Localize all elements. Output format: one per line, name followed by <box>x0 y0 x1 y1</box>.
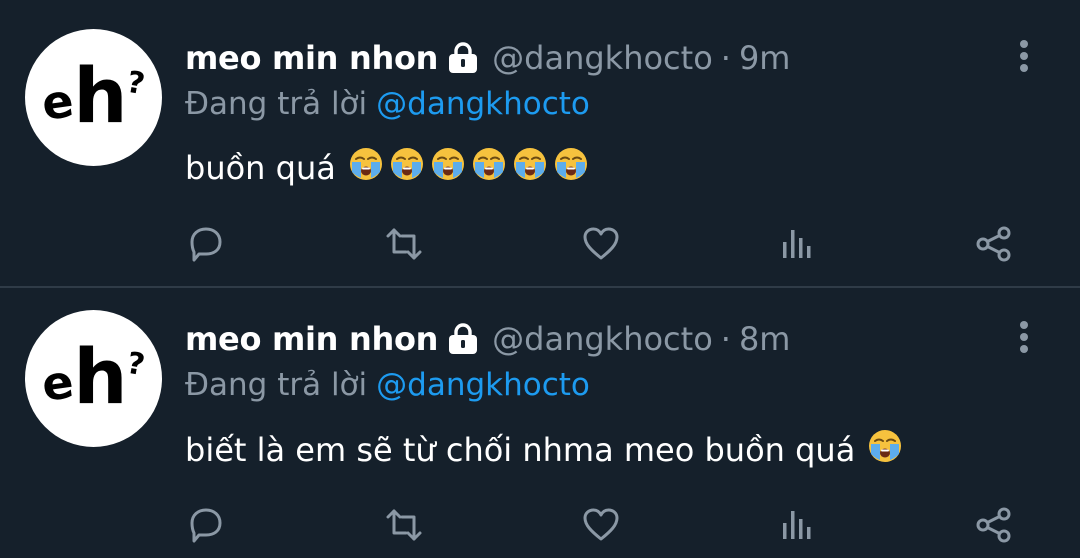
tweet-text: biết là em sẽ từ chối nhma meo buồn quá <box>185 428 903 472</box>
timestamp[interactable]: 8m <box>739 320 791 358</box>
avatar-letter-h: h <box>73 332 128 421</box>
tweet-text: buồn quá <box>185 146 589 190</box>
tweet-actions <box>0 503 1080 547</box>
tweet-actions <box>0 222 1080 266</box>
separator-dot: · <box>720 320 731 358</box>
heart-icon <box>583 508 619 541</box>
reply-icon <box>190 227 222 262</box>
lock-icon <box>449 42 478 73</box>
replying-to: Đang trả lời @dangkhocto <box>185 84 590 124</box>
avatar-letter-h: h <box>73 51 128 140</box>
stats-button[interactable] <box>775 222 819 266</box>
tweet-header: meo min nhon @dangkhocto · 9m <box>185 38 790 78</box>
avatar-logo: e h ? <box>25 29 162 166</box>
more-vertical-icon[interactable] <box>1012 36 1036 76</box>
avatar[interactable]: e h ? <box>25 310 162 447</box>
display-name[interactable]: meo min nhon <box>185 39 438 77</box>
retweet-icon <box>386 509 422 541</box>
avatar-letter-e: e <box>38 353 77 412</box>
tweet-header: meo min nhon @dangkhocto · 8m <box>185 319 790 359</box>
user-handle[interactable]: @dangkhocto <box>492 320 713 358</box>
retweet-icon <box>386 228 422 260</box>
reply-icon <box>190 508 222 543</box>
avatar-question-mark: ? <box>124 345 148 384</box>
retweet-button[interactable] <box>382 222 426 266</box>
loudly-crying-face-icon <box>390 148 423 180</box>
retweet-button[interactable] <box>382 503 426 547</box>
stats-icon <box>783 230 811 258</box>
like-button[interactable] <box>579 222 623 266</box>
separator-dot: · <box>720 39 731 77</box>
tweet[interactable]: e h ? meo min nhon @dangkhocto · 9m Đang… <box>0 0 1080 286</box>
stats-button[interactable] <box>775 503 819 547</box>
lock-icon <box>449 323 478 354</box>
heart-icon <box>583 227 619 260</box>
stats-icon <box>783 511 811 539</box>
reply-button[interactable] <box>184 222 228 266</box>
loudly-crying-face-icon <box>349 148 382 180</box>
display-name[interactable]: meo min nhon <box>185 320 438 358</box>
like-button[interactable] <box>579 503 623 547</box>
share-button[interactable] <box>972 222 1016 266</box>
loudly-crying-face-icon <box>554 148 587 180</box>
tweet[interactable]: e h ? meo min nhon @dangkhocto · 8m Đang… <box>0 288 1080 558</box>
replying-to-label: Đang trả lời <box>185 367 368 403</box>
replying-to-handle[interactable]: @dangkhocto <box>376 86 590 122</box>
avatar-question-mark: ? <box>124 64 148 103</box>
tweet-text-content: biết là em sẽ từ chối nhma meo buồn quá <box>185 431 856 469</box>
loudly-crying-face-icon <box>513 148 546 180</box>
loudly-crying-face-icon <box>869 430 902 462</box>
tweet-text-content: buồn quá <box>185 149 336 187</box>
loudly-crying-face-icon <box>472 148 505 180</box>
share-icon <box>976 226 1011 262</box>
timestamp[interactable]: 9m <box>739 39 791 77</box>
emoji-row <box>855 428 903 472</box>
replying-to-label: Đang trả lời <box>185 86 368 122</box>
avatar[interactable]: e h ? <box>25 29 162 166</box>
user-handle[interactable]: @dangkhocto <box>492 39 713 77</box>
more-vertical-icon[interactable] <box>1012 317 1036 357</box>
share-icon <box>976 507 1011 543</box>
share-button[interactable] <box>972 503 1016 547</box>
avatar-logo: e h ? <box>25 310 162 447</box>
emoji-row <box>336 146 589 190</box>
avatar-letter-e: e <box>38 72 77 131</box>
replying-to-handle[interactable]: @dangkhocto <box>376 367 590 403</box>
reply-button[interactable] <box>184 503 228 547</box>
loudly-crying-face-icon <box>431 148 464 180</box>
replying-to: Đang trả lời @dangkhocto <box>185 365 590 405</box>
